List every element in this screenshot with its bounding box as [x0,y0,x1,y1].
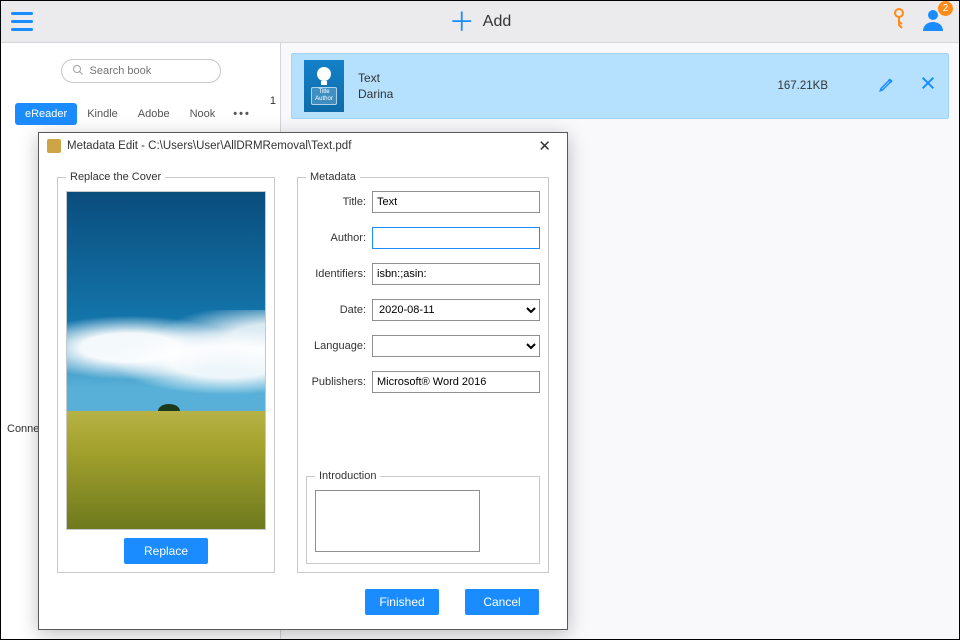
plus-icon: ＋ [449,9,475,35]
dialog-footer: Finished Cancel [39,579,567,629]
dialog-body: Replace the Cover Replace Metadata Title… [39,159,567,579]
tab-nook[interactable]: Nook [180,103,226,125]
row-actions [878,75,936,98]
label-title: Title: [306,196,366,208]
tab-count-badge: 1 [270,95,276,107]
input-author[interactable] [372,227,540,249]
label-date: Date: [306,304,366,316]
source-tabs: eReader Kindle Adobe Nook ••• 1 [1,103,280,125]
book-cover: Title Author [304,60,344,112]
select-language[interactable] [372,335,540,357]
metadata-pane: Metadata Title: Author: Identifiers: Dat… [297,171,549,573]
app-icon [47,139,61,153]
replace-cover-button[interactable]: Replace [124,538,208,564]
book-info: Text Darina [358,71,393,101]
metadata-fieldset: Metadata Title: Author: Identifiers: Dat… [297,171,549,573]
input-identifiers[interactable] [372,263,540,285]
input-publishers[interactable] [372,371,540,393]
book-title: Text [358,71,393,85]
cover-legend: Replace the Cover [66,171,165,183]
textarea-introduction[interactable] [315,490,480,552]
search-input-wrap[interactable] [61,59,221,83]
book-size: 167.21KB [777,80,828,92]
notification-badge: 2 [938,1,953,16]
search-input[interactable] [90,65,232,77]
label-language: Language: [306,340,366,352]
dialog-close-icon[interactable]: ✕ [530,135,559,157]
close-icon[interactable] [920,75,936,98]
tab-ereader[interactable]: eReader [15,103,77,125]
search-icon [72,64,84,79]
book-cover-caption: Title Author [311,87,337,104]
lightbulb-icon [317,67,331,81]
metadata-legend: Metadata [306,171,360,183]
tab-adobe[interactable]: Adobe [128,103,180,125]
cover-fieldset: Replace the Cover Replace [57,171,275,573]
cover-pane: Replace the Cover Replace [57,171,275,573]
book-row[interactable]: Title Author Text Darina 167.21KB [291,53,949,119]
finished-button[interactable]: Finished [365,589,439,615]
cover-image[interactable] [66,191,266,530]
dialog-titlebar: Metadata Edit - C:\Users\User\AllDRMRemo… [39,133,567,159]
dialog-title: Metadata Edit - C:\Users\User\AllDRMRemo… [67,140,351,152]
add-button[interactable]: ＋ Add [449,9,511,35]
topbar-right: 2 [891,7,959,37]
menu-icon[interactable] [1,1,43,42]
key-icon[interactable] [891,8,907,36]
introduction-fieldset: Introduction [306,470,540,564]
cancel-button[interactable]: Cancel [465,589,539,615]
label-author: Author: [306,232,366,244]
edit-icon[interactable] [878,75,896,98]
select-date[interactable]: 2020-08-11 [372,299,540,321]
label-publishers: Publishers: [306,376,366,388]
tabs-overflow-icon[interactable]: ••• [225,103,259,125]
metadata-edit-dialog: Metadata Edit - C:\Users\User\AllDRMRemo… [38,132,568,630]
user-button[interactable]: 2 [921,7,945,37]
tab-kindle[interactable]: Kindle [77,103,128,125]
add-label: Add [483,13,511,31]
input-title[interactable] [372,191,540,213]
label-introduction: Introduction [315,470,380,482]
topbar: ＋ Add 2 [1,1,959,43]
book-author: Darina [358,87,393,101]
label-identifiers: Identifiers: [306,268,366,280]
